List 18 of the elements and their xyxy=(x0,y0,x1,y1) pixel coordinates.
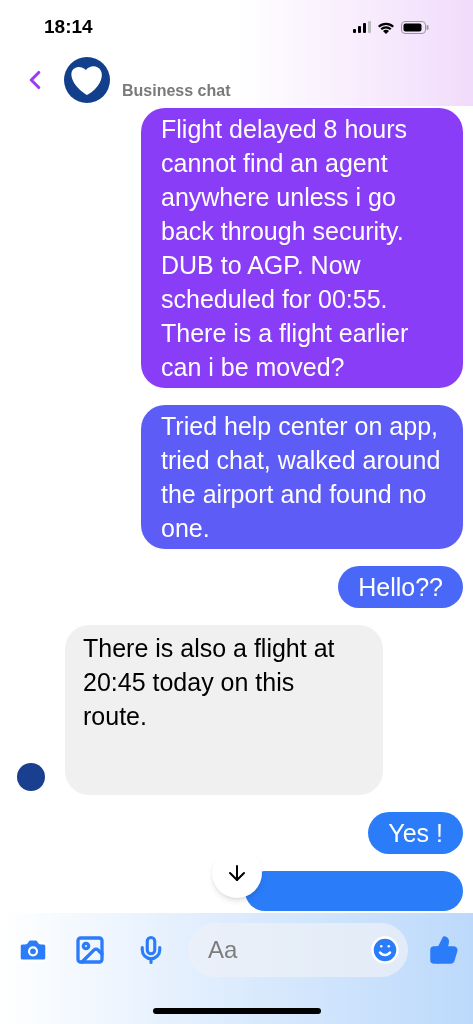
message-field[interactable]: Aa xyxy=(188,922,408,977)
chat-subtitle: Business chat xyxy=(122,81,231,101)
gallery-button[interactable] xyxy=(74,933,106,966)
signal-icon xyxy=(353,21,371,33)
like-button[interactable] xyxy=(429,934,459,965)
status-time: 18:14 xyxy=(44,14,93,39)
message-bubble: Tried help center on app, tried chat, walked around the airport and found no one. xyxy=(141,405,463,549)
battery-icon xyxy=(401,20,429,34)
message-bubble: There is also a flight at 20:45 today on this route. xyxy=(65,625,383,795)
avatar xyxy=(64,57,110,103)
message-bubble: Flight delayed 8 hours cannot find an agent anywhere unless i go back through security. DUB to AGP. Now scheduled for 00:55. There is a flight earlier can i be moved? xyxy=(141,108,463,388)
message-bubble: Yes ! xyxy=(368,812,463,854)
message-bubble: Hello?? xyxy=(338,566,463,608)
avatar xyxy=(17,763,45,791)
message-input[interactable]: Aa xyxy=(208,931,370,968)
wifi-icon xyxy=(377,20,395,34)
emoji-icon[interactable] xyxy=(370,934,400,965)
scroll-down-button[interactable] xyxy=(212,848,262,898)
